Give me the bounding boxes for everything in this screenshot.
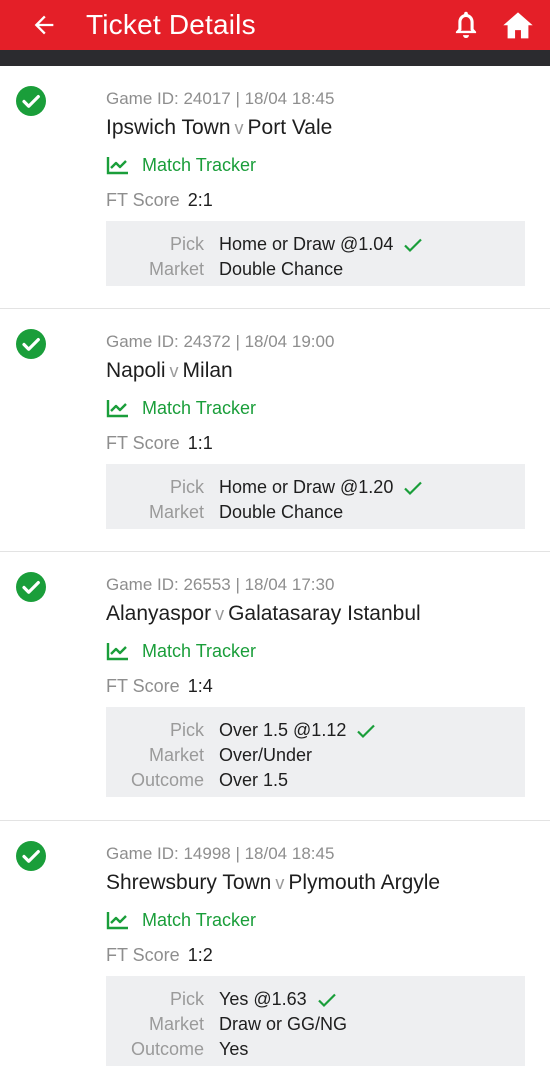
- match-tracker-label: Match Tracker: [142, 640, 257, 661]
- match-teams: Alanyaspor v Galatasaray Istanbul: [106, 601, 525, 627]
- back-button[interactable]: [22, 3, 66, 47]
- ft-score-value: 2:1: [187, 190, 213, 210]
- header-divider-bar: [0, 50, 550, 66]
- bet-card: Game ID: 24372 | 18/04 19:00 Napoli v Mila…: [0, 309, 550, 552]
- match-tracker-link[interactable]: Match Tracker: [106, 396, 525, 420]
- pick-label: Pick: [169, 720, 204, 740]
- home-team: Ipswich Town: [106, 116, 231, 139]
- ft-score-value: 1:1: [187, 433, 213, 453]
- match-tracker-label: Match Tracker: [142, 154, 257, 175]
- pick-value: Home or Draw @1.04: [219, 234, 394, 254]
- match-tracker-link[interactable]: Match Tracker: [106, 153, 525, 177]
- ft-score-row: FT Score 1:1: [106, 432, 525, 454]
- market-value: Over/Under: [219, 745, 313, 765]
- match-teams: Shrewsbury Town v Plymouth Argyle: [106, 870, 525, 896]
- match-tracker-link[interactable]: Match Tracker: [106, 908, 525, 932]
- versus-label: v: [215, 604, 225, 624]
- game-id: Game ID: 26553 | 18/04 17:30: [106, 575, 335, 594]
- bell-icon: [455, 11, 477, 39]
- ft-score-value: 1:2: [187, 945, 213, 965]
- outcome-label: Outcome: [130, 1039, 204, 1059]
- won-check-icon: [16, 86, 46, 116]
- chart-line-icon: [106, 157, 128, 175]
- away-team: Milan: [182, 359, 233, 382]
- market-label: Market: [148, 502, 204, 522]
- outcome-label: Outcome: [130, 770, 204, 790]
- chart-line-icon: [106, 643, 128, 661]
- home-team: Napoli: [106, 359, 166, 382]
- pick-label: Pick: [169, 234, 204, 254]
- back-arrow-icon: [34, 15, 54, 35]
- ft-score-row: FT Score 2:1: [106, 189, 525, 211]
- game-id: Game ID: 24017 | 18/04 18:45: [106, 89, 335, 108]
- versus-label: v: [275, 873, 285, 893]
- game-id: Game ID: 24372 | 18/04 19:00: [106, 332, 335, 351]
- bet-card: Game ID: 14998 | 18/04 18:45 Shrewsbury …: [0, 821, 550, 1083]
- market-label: Market: [148, 745, 204, 765]
- ft-score-label: FT Score: [106, 945, 180, 965]
- bet-details-box: Pick Home or Draw @1.04 Market Double Chan…: [106, 221, 525, 286]
- won-check-icon: [16, 329, 46, 359]
- pick-value: Over 1.5 @1.12: [219, 720, 347, 740]
- won-check-icon: [16, 572, 46, 602]
- game-id: Game ID: 14998 | 18/04 18:45: [106, 844, 335, 863]
- away-team: Plymouth Argyle: [288, 871, 441, 894]
- pick-won-check-icon: [357, 724, 376, 738]
- pick-won-check-icon: [317, 993, 336, 1007]
- bet-card: Game ID: 24017 | 18/04 18:45 Ipswich Tow…: [0, 66, 550, 309]
- away-team: Port Vale: [247, 116, 333, 139]
- ft-score-row: FT Score 1:2: [106, 944, 525, 966]
- pick-value: Home or Draw @1.20: [219, 477, 394, 497]
- match-tracker-label: Match Tracker: [142, 909, 257, 930]
- chart-line-icon: [106, 400, 128, 418]
- market-value: Double Chance: [219, 502, 344, 522]
- home-button[interactable]: [498, 5, 538, 45]
- ft-score-row: FT Score 1:4: [106, 675, 525, 697]
- market-label: Market: [148, 1014, 204, 1034]
- pick-won-check-icon: [404, 238, 423, 252]
- chart-line-icon: [106, 912, 128, 930]
- home-team: Alanyaspor: [106, 602, 212, 625]
- home-icon: [503, 12, 533, 39]
- away-team: Galatasaray Istanbul: [228, 602, 421, 625]
- outcome-value: Over 1.5: [219, 770, 289, 790]
- outcome-value: Yes: [219, 1039, 249, 1059]
- ft-score-label: FT Score: [106, 190, 180, 210]
- bet-card: Game ID: 26553 | 18/04 17:30 Alanyaspor v…: [0, 552, 550, 821]
- won-check-icon: [16, 841, 46, 871]
- bet-list: Game ID: 24017 | 18/04 18:45 Ipswich Tow…: [0, 66, 550, 1083]
- ft-score-value: 1:4: [187, 676, 213, 696]
- bet-details-box: Pick Over 1.5 @1.12 Market Over/Under Outc…: [106, 707, 525, 797]
- ft-score-label: FT Score: [106, 676, 180, 696]
- app-header: Ticket Details: [0, 0, 550, 50]
- match-teams: Ipswich Town v Port Vale: [106, 115, 525, 141]
- bet-details-box: Pick Home or Draw @1.20 Market Double Chan…: [106, 464, 525, 529]
- market-label: Market: [148, 259, 204, 279]
- pick-value: Yes @1.63: [219, 989, 307, 1009]
- pick-label: Pick: [169, 477, 204, 497]
- pick-label: Pick: [169, 989, 204, 1009]
- pick-won-check-icon: [404, 481, 423, 495]
- home-team: Shrewsbury Town: [106, 871, 272, 894]
- market-value: Draw or GG/NG: [219, 1014, 348, 1034]
- ft-score-label: FT Score: [106, 433, 180, 453]
- bet-details-box: Pick Yes @1.63 Market Draw or GG/NG Outcom…: [106, 976, 525, 1066]
- match-tracker-label: Match Tracker: [142, 397, 257, 418]
- market-value: Double Chance: [219, 259, 344, 279]
- notifications-button[interactable]: [446, 5, 486, 45]
- match-tracker-link[interactable]: Match Tracker: [106, 639, 525, 663]
- versus-label: v: [169, 361, 179, 381]
- match-teams: Napoli v Milan: [106, 358, 525, 384]
- versus-label: v: [234, 118, 244, 138]
- page-title: Ticket Details: [86, 9, 256, 40]
